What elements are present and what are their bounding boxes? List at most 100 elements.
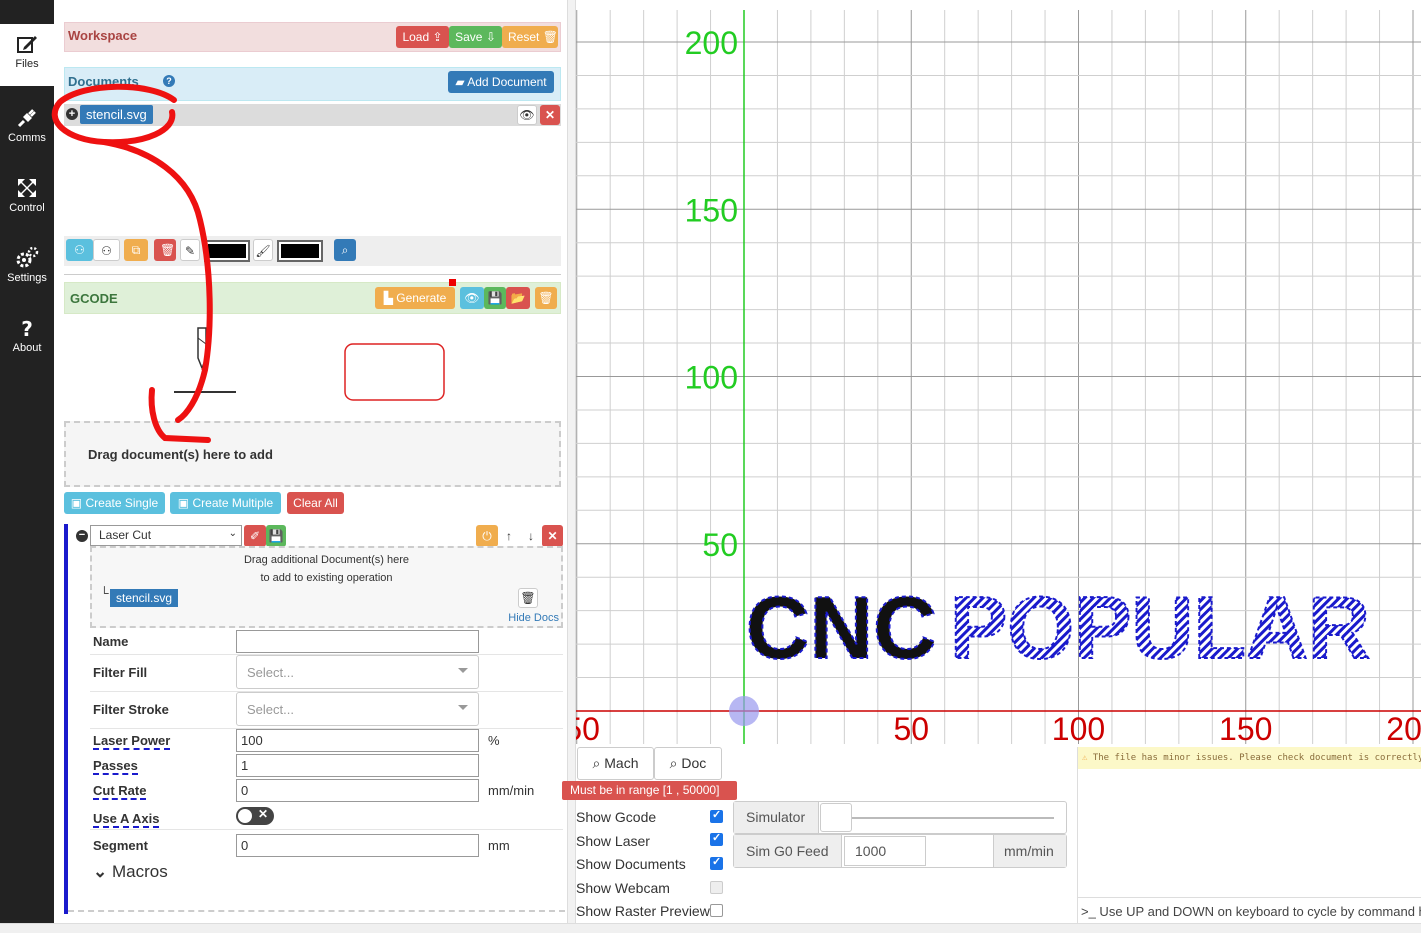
laser-power-input[interactable] [236, 729, 479, 752]
show-raster-preview-label: Show Raster Preview [576, 903, 710, 919]
simulator-slider-handle[interactable] [820, 803, 852, 832]
use-a-axis-toggle[interactable]: ✕ [236, 807, 274, 825]
simulator-track[interactable] [839, 817, 1054, 819]
pencil-icon[interactable]: ✎ [180, 239, 200, 261]
operation-document-drop-zone[interactable]: Drag additional Document(s) here to add … [90, 546, 563, 628]
show-raster-preview-checkbox[interactable] [710, 904, 723, 917]
expand-plus-icon[interactable]: + [66, 108, 78, 120]
name-input[interactable] [236, 630, 479, 653]
plug-icon [17, 109, 36, 128]
passes-label: Passes [93, 758, 138, 775]
select-none-icon[interactable]: ⚇ [93, 239, 120, 261]
generate-button[interactable]: ▙ Generate [375, 287, 455, 309]
select-all-icon[interactable]: ⚇ [66, 239, 93, 261]
chevron-down-icon: ⌄ [93, 862, 108, 881]
clear-gcode-icon[interactable]: 🗑 [535, 287, 557, 309]
sidebar-item-settings[interactable]: Settings [0, 238, 54, 310]
filter-stroke-label: Filter Stroke [93, 702, 169, 717]
drop-hint-2: to add to existing operation [260, 572, 393, 584]
sidebar-item-files[interactable]: Files [0, 24, 54, 86]
filter-stroke-select[interactable]: Select... [236, 692, 479, 726]
create-multiple-button[interactable]: ▣ Create Multiple [170, 492, 281, 514]
segment-label: Segment [93, 838, 148, 853]
gcode-header: GCODE ▙ Generate 👁 💾 📂 🗑 [64, 279, 561, 314]
show-documents-checkbox[interactable] [710, 855, 723, 870]
reset-workspace-button[interactable]: Reset 🗑 [502, 26, 558, 48]
name-label: Name [93, 634, 129, 649]
show-laser-checkbox[interactable] [710, 831, 723, 846]
copy-icon[interactable]: ⧉ [124, 239, 148, 261]
save-gcode-icon[interactable]: 💾 [484, 287, 506, 309]
grid: 200 150 100 50 -50 50 100 150 200 CNCPOPULAR [576, 10, 1421, 744]
laser-power-label: Laser Power [93, 733, 171, 750]
cut-rate-input[interactable] [236, 779, 479, 802]
main-sidebar: Files Comms Control Settings ? About [0, 0, 54, 923]
view-gcode-icon[interactable]: 👁 [460, 287, 484, 309]
drop-hint-1: Drag additional Document(s) here [243, 554, 410, 566]
save-workspace-button[interactable]: Save ⇩ [449, 26, 502, 48]
hide-docs-link[interactable]: Hide Docs [508, 612, 559, 624]
laser-head-illustration [174, 327, 445, 401]
open-gcode-icon[interactable]: 📂 [506, 287, 530, 309]
segment-input[interactable] [236, 834, 479, 857]
show-laser-label: Show Laser [576, 833, 650, 849]
operation-drop-zone[interactable]: Drag document(s) here to add [64, 421, 561, 487]
operation-type-select[interactable]: Laser Cut ⌄ [90, 525, 242, 546]
workspace-header: Workspace Load ⇪ Save ⇩ Reset 🗑 [64, 22, 561, 52]
power-icon[interactable]: ⏻ [476, 525, 498, 547]
objects-icon: ▣ [177, 496, 190, 510]
collapse-minus-icon[interactable]: − [76, 530, 88, 542]
magic-wand-icon[interactable]: ✐ [244, 525, 266, 547]
operation-panel: − Laser Cut ⌄ ✐ 💾 ⏻ ↑ ↓ ✕ Drag additiona… [64, 524, 565, 914]
view-controls: ⌕ Mach ⌕ Doc Show Gcode Show Laser Show … [576, 744, 1421, 923]
x-axis-label: 200 [1386, 711, 1421, 744]
console-warning: ⚠ The file has minor issues. Please chec… [1078, 747, 1421, 769]
passes-input[interactable] [236, 754, 479, 777]
clear-all-button[interactable]: Clear All [287, 492, 344, 514]
move-up-icon[interactable]: ↑ [498, 525, 520, 547]
y-axis-label: 150 [685, 192, 738, 228]
x-axis-label: 50 [893, 711, 929, 744]
filter-fill-label: Filter Fill [93, 665, 148, 680]
remove-operation-button[interactable]: ✕ [542, 525, 563, 547]
filter-fill-select[interactable]: Select... [236, 655, 479, 689]
sidebar-item-comms[interactable]: Comms [0, 98, 54, 170]
x-axis-label: 150 [1219, 711, 1272, 744]
sidebar-item-control[interactable]: Control [0, 168, 54, 240]
mach-view-button[interactable]: ⌕ Mach [577, 747, 654, 780]
trash-icon[interactable]: 🗑 [518, 588, 538, 608]
caret-down-icon [458, 705, 468, 710]
document-name[interactable]: stencil.svg [80, 105, 153, 124]
help-icon[interactable]: ? [163, 75, 175, 87]
sim-g0-feed-unit: mm/min [993, 835, 1066, 867]
sidebar-item-about[interactable]: ? About [0, 308, 54, 380]
add-document-button[interactable]: ▰ Add Document [448, 71, 554, 93]
divider [64, 274, 561, 275]
move-down-icon[interactable]: ↓ [520, 525, 542, 547]
sim-g0-feed-input[interactable] [844, 836, 926, 866]
console-command-input[interactable]: >_ Use UP and DOWN on keyboard to cycle … [1078, 897, 1421, 923]
stroke-color-swatch[interactable] [277, 240, 323, 262]
work-canvas[interactable]: 200 150 100 50 -50 50 100 150 200 CNCPOPULAR [576, 10, 1421, 744]
eye-icon[interactable]: 👁 [517, 105, 537, 125]
fill-color-swatch[interactable] [204, 240, 250, 262]
load-workspace-button[interactable]: Load ⇪ [396, 26, 449, 48]
drop-zone-text: Drag document(s) here to add [88, 447, 273, 462]
brush-icon[interactable]: 🖌 [253, 239, 273, 261]
show-webcam-checkbox[interactable] [710, 881, 723, 894]
sidebar-item-label: Settings [7, 272, 47, 284]
search-icon[interactable]: ⌕ [334, 239, 356, 261]
save-operation-icon[interactable]: 💾 [266, 525, 286, 547]
show-webcam-label: Show Webcam [576, 880, 670, 896]
remove-document-button[interactable]: ✕ [540, 105, 560, 125]
macros-toggle[interactable]: ⌄ Macros [93, 862, 168, 882]
x-axis-label: 100 [1052, 711, 1105, 744]
show-gcode-label: Show Gcode [576, 809, 657, 825]
document-row[interactable]: + stencil.svg 👁 ✕ [64, 104, 561, 126]
operation-document-name[interactable]: stencil.svg [110, 589, 179, 607]
edit-icon [17, 36, 37, 53]
show-gcode-checkbox[interactable] [710, 808, 723, 823]
create-single-button[interactable]: ▣ Create Single [64, 492, 165, 514]
doc-view-button[interactable]: ⌕ Doc [654, 747, 722, 780]
delete-selected-icon[interactable]: 🗑 [154, 239, 176, 261]
